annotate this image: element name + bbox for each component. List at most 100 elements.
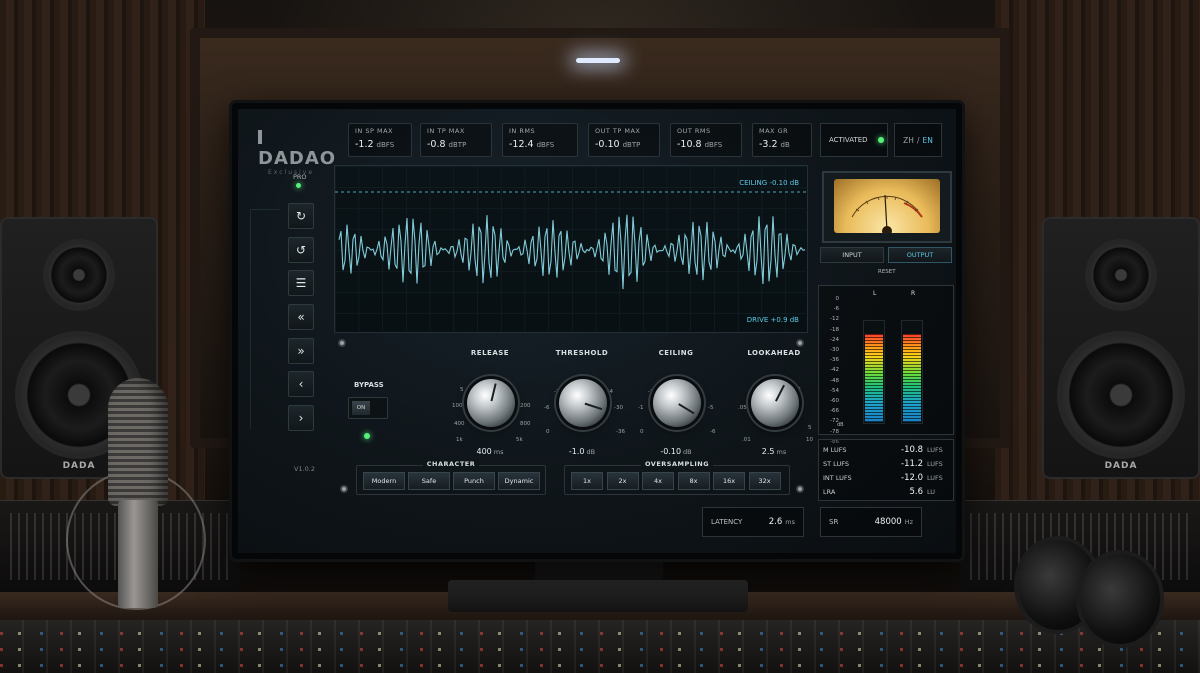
- undo-icon[interactable]: ↺: [296, 243, 306, 257]
- meter-value: -10.8 dBFS: [677, 139, 735, 150]
- loudness-row-m-lufs: M LUFS -10.8 LUFS: [823, 443, 949, 457]
- samplerate-unit: Hz: [904, 518, 913, 526]
- meter-unit: dBFS: [704, 141, 723, 149]
- meter-value: -0.10 dBTP: [595, 139, 653, 150]
- left-level-fill: [865, 334, 883, 422]
- meter-number: -1.2: [355, 139, 374, 150]
- meter-scale-tick: -30: [830, 347, 839, 354]
- character-option-dynamic[interactable]: Dynamic: [498, 472, 540, 490]
- loudness-value: -11.2: [901, 459, 923, 469]
- tweeter: [1089, 243, 1153, 307]
- rewind-icon[interactable]: «: [297, 310, 304, 324]
- knob-tick-label: 200: [520, 403, 531, 409]
- knob-tick-label: -36: [616, 429, 625, 435]
- version-label: V1.0.2: [294, 465, 315, 473]
- oversampling-option-1x[interactable]: 1x: [571, 472, 603, 490]
- fast-forward-icon[interactable]: »: [297, 344, 304, 358]
- nav-button-chevron-left[interactable]: ‹: [288, 371, 314, 397]
- oversampling-option-8x[interactable]: 8x: [677, 472, 710, 490]
- loudness-unit: LU: [927, 488, 936, 496]
- meter-scale-tick: -42: [830, 367, 839, 374]
- knob-tick-label: .01: [742, 437, 751, 443]
- meter-unit: dBFS: [376, 141, 395, 149]
- nav-button-chevron-right[interactable]: ›: [288, 405, 314, 431]
- bypass-label: BYPASS: [354, 381, 384, 389]
- loudness-row-lra: LRA 5.6 LU: [823, 485, 949, 499]
- character-option-safe[interactable]: Safe: [408, 472, 450, 490]
- oversampling-option-4x[interactable]: 4x: [642, 472, 674, 490]
- character-option-modern[interactable]: Modern: [363, 472, 405, 490]
- woofer: [1061, 335, 1181, 455]
- character-title: CHARACTER: [422, 460, 480, 468]
- nav-button-list[interactable]: ☰: [288, 270, 314, 296]
- oversampling-option-2x[interactable]: 2x: [606, 472, 639, 490]
- speaker-logo: DADA: [1104, 461, 1138, 471]
- oversampling-option-16x[interactable]: 16x: [713, 472, 745, 490]
- nav-button-fast-forward[interactable]: »: [288, 338, 314, 364]
- microphone: [108, 378, 168, 506]
- meter-box-in-rms: IN RMS -12.4 dBFS: [502, 123, 578, 157]
- loudness-unit: LUFS: [927, 460, 943, 468]
- vu-meter-face: [834, 179, 940, 233]
- meter-unit: dB: [780, 141, 790, 149]
- input-button[interactable]: INPUT: [820, 247, 884, 263]
- ceiling-knob[interactable]: [653, 379, 701, 427]
- meter-number: -12.4: [509, 139, 534, 150]
- knob-tick-label: 800: [520, 421, 531, 427]
- release-knob[interactable]: [467, 379, 515, 427]
- activation-led: [877, 137, 884, 143]
- screw-icon: [340, 485, 348, 493]
- meter-scale-tick: -18: [830, 326, 839, 333]
- nav-button-rewind[interactable]: «: [288, 304, 314, 330]
- ceiling-light: [576, 58, 620, 63]
- reset-button[interactable]: RESET: [878, 269, 896, 275]
- meter-number: -3.2: [759, 139, 778, 150]
- knob-value: -1.0 dB: [534, 447, 630, 456]
- waveform-graph: [335, 166, 809, 334]
- knob-tick-label: -6: [710, 429, 716, 435]
- knob-pointer: [678, 403, 695, 415]
- language-toggle[interactable]: ZH / EN: [894, 123, 942, 157]
- chevron-right-icon[interactable]: ›: [299, 411, 304, 425]
- pro-led: [296, 183, 301, 188]
- bypass-switch[interactable]: ON: [348, 397, 388, 419]
- meter-scale-tick: -60: [830, 398, 839, 405]
- waveform-display: CEILING -0.10 dB DRIVE +0.9 dB: [334, 165, 809, 334]
- meter-label: IN SP MAX: [355, 127, 393, 135]
- meter-scale-tick: -78: [830, 428, 839, 435]
- nav-button-undo[interactable]: ↺: [288, 237, 314, 263]
- left-channel-label: L: [873, 290, 877, 297]
- chevron-left-icon[interactable]: ‹: [299, 377, 304, 391]
- knob-pointer: [775, 384, 785, 402]
- meter-box-in-sp-max: IN SP MAX -1.2 dBFS: [348, 123, 412, 157]
- loudness-label: LRA: [823, 488, 836, 496]
- knob-value-unit: ms: [493, 448, 504, 456]
- meter-number: -0.10: [595, 139, 620, 150]
- knob-tick-label: 10: [806, 437, 813, 443]
- meter-db-label: dB: [837, 422, 844, 428]
- vu-meter: [822, 171, 952, 243]
- activated-label: ACTIVATED: [829, 136, 868, 144]
- character-option-punch[interactable]: Punch: [453, 472, 495, 490]
- loudness-unit: LUFS: [927, 474, 943, 482]
- knob-title: CEILING: [658, 349, 694, 357]
- lang-zh[interactable]: ZH: [903, 136, 914, 145]
- limiter-plugin-window: DADAO Exclusive IN SP MAX -1.2 dBFS IN TP M…: [238, 109, 956, 553]
- latency-label: LATENCY: [711, 518, 743, 526]
- meter-value: -12.4 dBFS: [509, 139, 571, 150]
- output-button[interactable]: OUTPUT: [888, 247, 952, 263]
- lookahead-knob[interactable]: [751, 379, 799, 427]
- list-icon[interactable]: ☰: [296, 276, 307, 290]
- knob-tick-label: 400: [454, 421, 465, 427]
- loudness-value: -12.0: [901, 473, 923, 483]
- knob-value-number: -1.0: [568, 447, 585, 456]
- lang-en[interactable]: EN: [922, 136, 932, 145]
- microphone-body: [118, 500, 158, 608]
- knob-value-unit: ms: [776, 448, 787, 456]
- oversampling-option-32x[interactable]: 32x: [748, 472, 781, 490]
- knob-pointer: [490, 383, 497, 402]
- knob-tick-label: 5k: [516, 437, 523, 443]
- redo-icon[interactable]: ↻: [296, 209, 306, 223]
- threshold-knob[interactable]: [559, 379, 607, 427]
- nav-button-redo[interactable]: ↻: [288, 203, 314, 229]
